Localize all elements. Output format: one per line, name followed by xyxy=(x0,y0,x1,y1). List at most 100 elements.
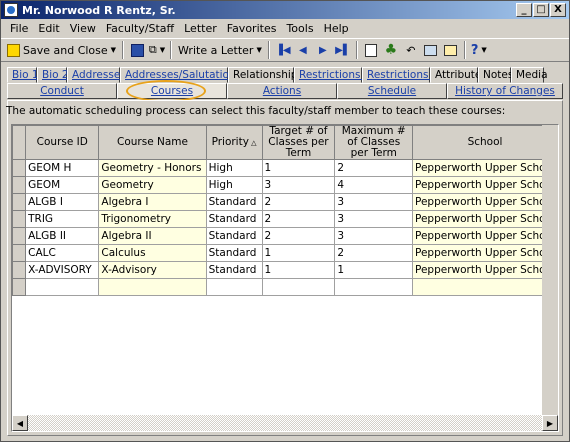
menu-letter[interactable]: Letter xyxy=(179,22,222,35)
maximize-button[interactable]: □ xyxy=(533,3,549,17)
cell-course-name[interactable] xyxy=(98,278,207,296)
cell-course-name[interactable]: Geometry xyxy=(98,176,207,194)
tab-relationships[interactable]: Relationships xyxy=(228,67,303,83)
save-and-close-button[interactable]: Save and Close ▼ xyxy=(4,40,119,60)
cell-target-of-classes-per-term[interactable]: 2 xyxy=(261,193,336,211)
cell-maximum-of-classes-per-term[interactable]: 3 xyxy=(334,227,413,245)
save-icon[interactable] xyxy=(127,40,147,60)
image-icon[interactable] xyxy=(421,40,441,60)
row-selector[interactable] xyxy=(12,227,27,245)
previous-record-icon[interactable]: ◀ xyxy=(293,40,313,60)
cell-school[interactable]: Pepperworth Upper School xyxy=(411,227,558,245)
tab-addresses-salutations[interactable]: Addresses/Salutations xyxy=(120,67,241,83)
cell-school[interactable]: Pepperworth Upper School xyxy=(411,261,558,279)
cell-maximum-of-classes-per-term[interactable] xyxy=(334,278,413,296)
cell-maximum-of-classes-per-term[interactable]: 3 xyxy=(334,210,413,228)
cell-target-of-classes-per-term[interactable]: 1 xyxy=(261,261,336,279)
cell-course-name[interactable]: Algebra II xyxy=(98,227,207,245)
cell-maximum-of-classes-per-term[interactable]: 2 xyxy=(334,159,413,177)
cell-target-of-classes-per-term[interactable] xyxy=(261,278,336,296)
tab-bio-2[interactable]: Bio 2 xyxy=(37,67,69,83)
cell-priority[interactable]: Standard xyxy=(205,193,263,211)
row-selector[interactable] xyxy=(12,159,27,177)
cell-priority[interactable]: Standard xyxy=(205,261,263,279)
cell-course-id[interactable]: CALC xyxy=(25,244,100,262)
tab-attributes[interactable]: Attributes xyxy=(430,67,487,83)
cell-maximum-of-classes-per-term[interactable]: 1 xyxy=(334,261,413,279)
row-selector[interactable] xyxy=(12,244,27,262)
menu-edit[interactable]: Edit xyxy=(33,22,64,35)
cell-target-of-classes-per-term[interactable]: 2 xyxy=(261,210,336,228)
cell-school[interactable]: Pepperworth Upper School xyxy=(411,159,558,177)
cell-priority[interactable]: Standard xyxy=(205,210,263,228)
row-selector[interactable] xyxy=(12,176,27,194)
cell-priority[interactable] xyxy=(205,278,263,296)
cell-course-id[interactable]: X-ADVISORY xyxy=(25,261,100,279)
help-icon[interactable]: ? ▼ xyxy=(469,40,489,60)
cell-school[interactable]: Pepperworth Upper School xyxy=(411,210,558,228)
tab-addresses[interactable]: Addresses xyxy=(67,67,126,83)
cell-course-name[interactable]: Calculus xyxy=(98,244,207,262)
cell-course-name[interactable]: X-Advisory xyxy=(98,261,207,279)
cell-school[interactable] xyxy=(411,278,558,296)
row-selector[interactable] xyxy=(12,193,27,211)
menu-view[interactable]: View xyxy=(65,22,101,35)
tab-conduct[interactable]: Conduct xyxy=(7,83,117,99)
next-record-icon[interactable]: ▶ xyxy=(313,40,333,60)
cell-priority[interactable]: High xyxy=(205,176,263,194)
tab-courses[interactable]: Courses xyxy=(117,83,227,99)
note-icon[interactable] xyxy=(441,40,461,60)
cell-target-of-classes-per-term[interactable]: 1 xyxy=(261,159,336,177)
tab-actions[interactable]: Actions xyxy=(227,83,337,99)
cell-course-name[interactable]: Algebra I xyxy=(98,193,207,211)
column-header-maximum-of-classes-per-term[interactable]: Maximum # of Classes per Term xyxy=(334,125,413,160)
close-button[interactable]: X xyxy=(550,3,566,17)
column-header-course-name[interactable]: Course Name xyxy=(98,125,207,160)
cell-course-id[interactable]: ALGB II xyxy=(25,227,100,245)
tab-history-of-changes[interactable]: History of Changes xyxy=(447,83,563,99)
cell-course-name[interactable]: Geometry - Honors xyxy=(98,159,207,177)
column-header-school[interactable]: School xyxy=(411,125,558,160)
cell-target-of-classes-per-term[interactable]: 1 xyxy=(261,244,336,262)
menu-file[interactable]: File xyxy=(5,22,33,35)
row-selector[interactable] xyxy=(12,261,27,279)
cell-school[interactable]: Pepperworth Upper School xyxy=(411,193,558,211)
first-record-icon[interactable]: ▐◀ xyxy=(273,40,293,60)
minimize-button[interactable]: _ xyxy=(516,3,532,17)
tab-notes[interactable]: Notes xyxy=(478,67,513,83)
cell-target-of-classes-per-term[interactable]: 2 xyxy=(261,227,336,245)
table-row[interactable]: TRIG Trigonometry Standard 2 3 Pepperworth Up… xyxy=(12,210,558,228)
cell-course-id[interactable]: TRIG xyxy=(25,210,100,228)
cell-target-of-classes-per-term[interactable]: 3 xyxy=(261,176,336,194)
tab-restrictions-1[interactable]: Restrictions 1 xyxy=(294,67,370,83)
tab-media[interactable]: Media xyxy=(511,67,548,83)
table-row[interactable]: ALGB II Algebra II Standard 2 3 Pepperworth U… xyxy=(12,227,558,245)
cell-school[interactable]: Pepperworth Upper School xyxy=(411,244,558,262)
scroll-track[interactable] xyxy=(28,415,542,431)
last-record-icon[interactable]: ▶▌ xyxy=(333,40,353,60)
table-row[interactable]: CALC Calculus Standard 1 2 Pepperworth Upper … xyxy=(12,244,558,262)
menu-tools[interactable]: Tools xyxy=(281,22,318,35)
cell-course-name[interactable]: Trigonometry xyxy=(98,210,207,228)
table-row[interactable]: ALGB I Algebra I Standard 2 3 Pepperworth Upp… xyxy=(12,193,558,211)
row-selector[interactable] xyxy=(12,278,27,296)
column-header-course-id[interactable]: Course ID xyxy=(25,125,100,160)
row-selector[interactable] xyxy=(12,210,27,228)
table-row[interactable]: GEOM Geometry High 3 4 Pepperworth Upper Scho… xyxy=(12,176,558,194)
write-a-letter-button[interactable]: Write a Letter ▼ xyxy=(175,40,265,60)
table-row[interactable] xyxy=(12,278,558,296)
menu-favorites[interactable]: Favorites xyxy=(222,22,282,35)
tab-restrictions-2[interactable]: Restrictions 2 xyxy=(362,67,438,83)
cell-priority[interactable]: High xyxy=(205,159,263,177)
cell-course-id[interactable]: GEOM xyxy=(25,176,100,194)
undo-icon[interactable]: ↶ xyxy=(401,40,421,60)
copy-icon[interactable]: ⧉ ▼ xyxy=(147,40,167,60)
menu-help[interactable]: Help xyxy=(319,22,354,35)
tab-bio-1[interactable]: Bio 1 xyxy=(7,67,39,83)
tab-schedule[interactable]: Schedule xyxy=(337,83,447,99)
tree-icon[interactable]: ♣ xyxy=(381,40,401,60)
cell-maximum-of-classes-per-term[interactable]: 2 xyxy=(334,244,413,262)
cell-maximum-of-classes-per-term[interactable]: 3 xyxy=(334,193,413,211)
cell-school[interactable]: Pepperworth Upper School xyxy=(411,176,558,194)
scroll-left-icon[interactable]: ◀ xyxy=(12,415,28,431)
